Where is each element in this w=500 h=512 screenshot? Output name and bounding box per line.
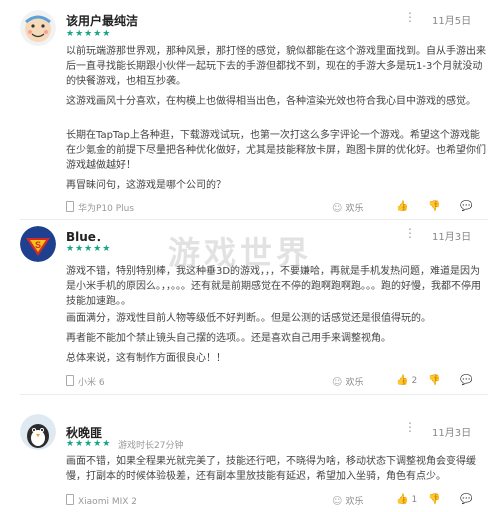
device-label: 小米 6	[66, 375, 105, 388]
comment-button[interactable]: 💬	[460, 375, 475, 386]
comment-icon: 💬	[460, 201, 473, 212]
device-name: 华为P10 Plus	[78, 204, 135, 214]
divider	[20, 219, 488, 220]
review-paragraph: 长期在TapTap上各种逛，下载游戏试玩，也第一次打这么多字评论一个游戏。希望这…	[66, 130, 486, 171]
thumbs-down-icon: 👎	[428, 375, 441, 386]
thumbs-down-icon: 👎	[428, 494, 441, 505]
review-paragraph: 以前玩端游那世界观，那种风景，那打怪的感觉，貌似都能在这个游戏里面找到。自从手游…	[66, 46, 486, 87]
smiley-icon: ☺	[332, 496, 343, 507]
happy-label: 欢乐	[345, 378, 364, 388]
comment-icon: 💬	[460, 494, 473, 505]
star-rating: ★★★★★	[66, 244, 112, 254]
smiley-icon: ☺	[332, 203, 343, 214]
like-button[interactable]: 👍	[396, 201, 411, 212]
thumbs-up-icon: 👍	[396, 201, 409, 212]
happy-button[interactable]: ☺ 欢乐	[332, 494, 363, 507]
play-time: 游戏时长27分钟	[118, 441, 184, 451]
avatar[interactable]	[20, 10, 56, 46]
dislike-button[interactable]: 👎	[428, 375, 443, 386]
username[interactable]: 该用户最纯洁	[66, 12, 138, 29]
star-rating: ★★★★★	[66, 29, 112, 39]
device-name: Xiaomi MIX 2	[78, 497, 137, 507]
thumbs-up-icon: 👍	[396, 494, 409, 505]
review-paragraph: 画面不错，如果全程果光就完美了，技能还行吧，不晓得为啥，移动状态下调整视角会变得…	[66, 456, 476, 482]
phone-icon	[66, 201, 74, 212]
dislike-button[interactable]: 👎	[428, 201, 443, 212]
phone-icon	[66, 494, 74, 505]
like-button[interactable]: 👍 2	[396, 375, 417, 386]
thumbs-down-icon: 👎	[428, 201, 441, 212]
svg-text:S: S	[35, 240, 41, 250]
device-label: Xiaomi MIX 2	[66, 494, 137, 507]
more-vertical-icon[interactable]: ⋮	[404, 10, 416, 24]
avatar[interactable]	[20, 414, 56, 450]
divider	[20, 394, 488, 395]
review-paragraph: 再者能不能加个禁止镜头自己摆的选项。。还是喜欢自己用手来调整视角。	[66, 333, 391, 344]
review-date: 11月5日	[432, 16, 472, 27]
smiley-icon: ☺	[332, 377, 343, 388]
happy-label: 欢乐	[345, 204, 364, 214]
dislike-button[interactable]: 👎	[428, 494, 443, 505]
watermark: 游戏世界	[168, 234, 313, 272]
device-label: 华为P10 Plus	[66, 201, 134, 214]
review-date: 11月3日	[432, 428, 472, 439]
star-rating: ★★★★★	[66, 439, 112, 449]
more-vertical-icon[interactable]: ⋮	[404, 420, 416, 434]
like-count: 2	[411, 376, 418, 386]
avatar[interactable]: S	[20, 226, 56, 262]
happy-button[interactable]: ☺ 欢乐	[332, 201, 363, 214]
phone-icon	[66, 375, 74, 386]
like-count: 1	[411, 495, 418, 505]
comment-button[interactable]: 💬	[460, 494, 475, 505]
review-date: 11月3日	[432, 232, 472, 243]
review-paragraph: 再冒昧问句，这游戏是哪个公司的？	[66, 180, 226, 191]
more-vertical-icon[interactable]: ⋮	[404, 226, 416, 240]
comment-button[interactable]: 💬	[460, 201, 475, 212]
comment-icon: 💬	[460, 375, 473, 386]
thumbs-up-icon: 👍	[396, 375, 409, 386]
happy-button[interactable]: ☺ 欢乐	[332, 375, 363, 388]
device-name: 小米 6	[78, 378, 105, 388]
like-button[interactable]: 👍 1	[396, 494, 417, 505]
username[interactable]: Blue．	[66, 228, 108, 245]
happy-label: 欢乐	[345, 497, 364, 507]
review-paragraph: 这游戏画风十分喜欢，在构模上也做得相当出色，各种渲染光效也符合我心目中游戏的感觉…	[66, 96, 476, 107]
review-paragraph: 总体来说，这有制作方面很良心！！	[66, 353, 226, 364]
review-paragraph: 画面满分，游戏性目前人物等级低不好判断。。但是公测的话感觉还是很值得玩的。	[66, 313, 431, 324]
